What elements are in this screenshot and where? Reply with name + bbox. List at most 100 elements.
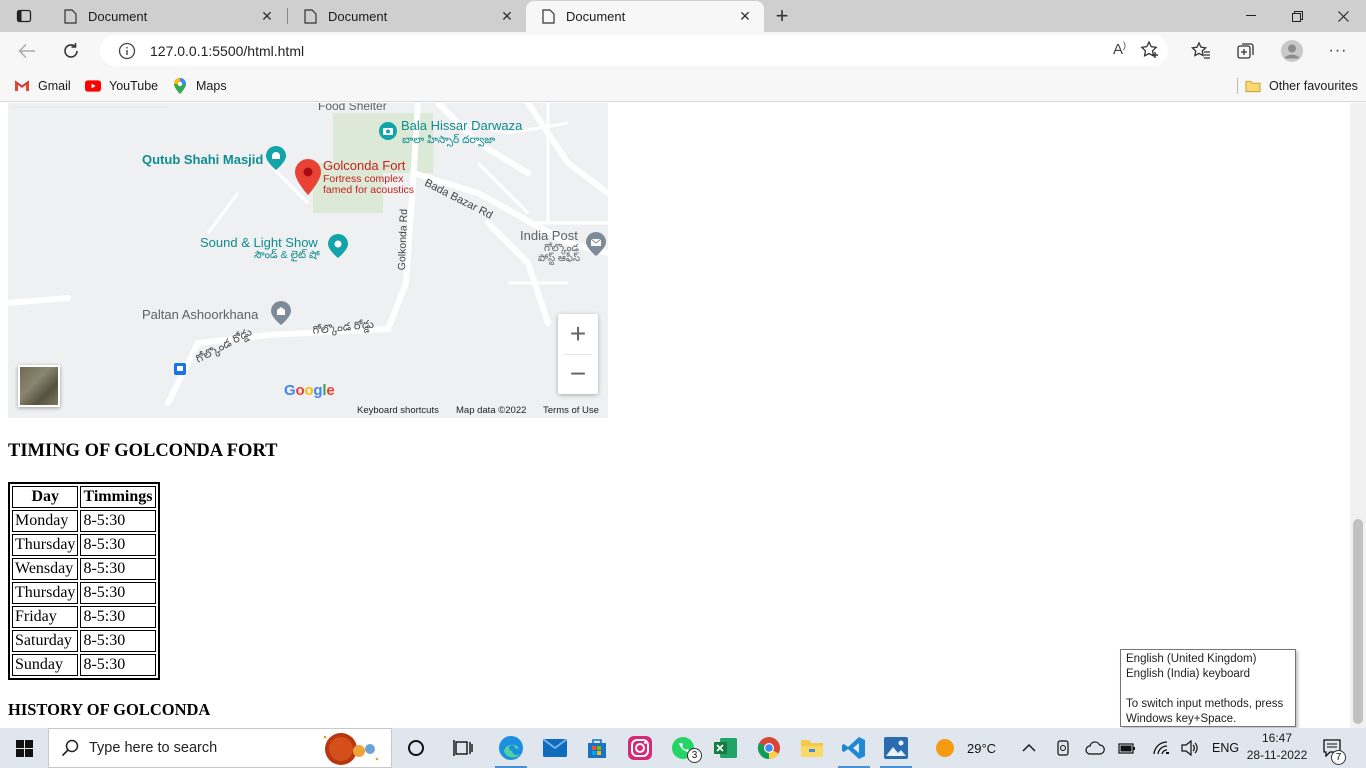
refresh-button[interactable] [56, 36, 86, 66]
time-cell: 8-5:30 [80, 630, 156, 652]
store-taskbar-button[interactable] [577, 732, 617, 764]
document-icon [62, 8, 78, 24]
meet-now-button[interactable] [1055, 728, 1071, 768]
meet-icon [1057, 740, 1069, 756]
clock[interactable]: 16:47 28-11-2022 [1240, 730, 1314, 764]
chevron-up-icon [1022, 744, 1036, 752]
favourites-icon [1191, 41, 1210, 59]
location-pin-icon[interactable] [295, 159, 321, 195]
satellite-layer-toggle[interactable] [18, 365, 60, 407]
photos-taskbar-button[interactable] [876, 732, 916, 768]
profile-button[interactable] [1277, 36, 1307, 66]
address-bar[interactable]: 127.0.0.1:5500/html.html A) [100, 35, 1168, 66]
youtube-icon [85, 78, 101, 94]
info-icon[interactable] [118, 42, 136, 60]
edge-icon [499, 736, 523, 760]
whatsapp-taskbar-button[interactable]: 3 [663, 732, 703, 764]
weather-widget[interactable]: 29°C [935, 728, 996, 768]
tab-actions-button[interactable] [8, 4, 40, 28]
minimize-button[interactable] [1228, 0, 1274, 32]
store-icon [588, 739, 606, 758]
timing-heading: TIMING OF GOLCONDA FORT [8, 441, 278, 461]
table-row: Thursday 8-5:30 [12, 582, 156, 604]
show-hidden-icons-button[interactable] [1022, 728, 1036, 768]
settings-more-button[interactable]: ··· [1323, 36, 1353, 66]
bookmark-maps[interactable]: Maps [172, 76, 227, 96]
day-cell: Saturday [12, 630, 79, 652]
network-button[interactable] [1152, 728, 1170, 768]
tooltip-language: English (United Kingdom) [1126, 653, 1257, 665]
favourites-button[interactable] [1186, 36, 1216, 66]
map-label-india-post: India Post [520, 228, 578, 243]
page-content: Food Shelter Bala Hissar Darwaza బాలా హి… [0, 103, 1350, 728]
map-label-qutub-shahi: Qutub Shahi Masjid [142, 152, 264, 167]
tab-strip: Document ✕ Document ✕ Document ✕ + [0, 0, 1366, 32]
keyboard-shortcuts-link[interactable]: Keyboard shortcuts [357, 405, 439, 416]
more-icon: ··· [1328, 42, 1348, 59]
day-cell: Wensday [12, 558, 79, 580]
language-indicator[interactable]: ENG [1212, 728, 1239, 768]
map-label-sound-light-telugu: సౌండ్ & లైట్ షో [254, 249, 320, 261]
close-window-button[interactable] [1320, 0, 1366, 32]
instagram-icon [628, 736, 652, 760]
language-text: ENG [1212, 741, 1240, 755]
embedded-map[interactable]: Food Shelter Bala Hissar Darwaza బాలా హి… [8, 103, 608, 418]
folder-icon [1245, 78, 1261, 94]
bus-stop-icon [174, 363, 186, 375]
time-cell: 8-5:30 [80, 510, 156, 532]
edge-taskbar-button[interactable] [491, 732, 531, 768]
battery-button[interactable] [1118, 728, 1136, 768]
tab-title: Document [566, 9, 626, 24]
attraction-pin-icon [379, 122, 397, 140]
url-text[interactable]: 127.0.0.1:5500/html.html [150, 43, 304, 59]
terms-of-use-link[interactable]: Terms of Use [543, 405, 599, 416]
task-view-icon [453, 740, 473, 756]
excel-taskbar-button[interactable] [706, 732, 746, 764]
new-tab-button[interactable]: + [768, 3, 796, 29]
other-favourites[interactable]: Other favourites [1245, 76, 1358, 96]
bookmark-youtube[interactable]: YouTube [85, 76, 158, 96]
time-cell: 8-5:30 [80, 654, 156, 676]
clock-date: 28-11-2022 [1246, 748, 1308, 762]
read-aloud-icon[interactable]: A) [1113, 40, 1126, 60]
input-method-tooltip: English (United Kingdom) English (India)… [1120, 649, 1296, 727]
tooltip-keyboard: English (India) keyboard [1126, 668, 1251, 680]
table-row: Saturday 8-5:30 [12, 630, 156, 652]
page-scrollbar[interactable] [1350, 103, 1366, 728]
close-tab-icon[interactable]: ✕ [258, 7, 276, 25]
restore-button[interactable] [1274, 0, 1320, 32]
zoom-out-button[interactable]: − [558, 354, 598, 394]
chrome-taskbar-button[interactable] [749, 732, 789, 764]
tab-2[interactable]: Document ✕ [288, 0, 526, 32]
collections-button[interactable] [1231, 36, 1261, 66]
zoom-in-button[interactable]: + [558, 314, 598, 354]
instagram-taskbar-button[interactable] [620, 732, 660, 764]
add-favourite-icon[interactable] [1140, 40, 1160, 60]
excel-icon [714, 738, 737, 758]
plus-icon: + [775, 3, 789, 28]
taskbar-search[interactable]: Type here to search [48, 728, 392, 768]
zoom-divider [564, 354, 592, 355]
post-office-pin-icon [586, 232, 606, 256]
tab-3-active[interactable]: Document ✕ [526, 1, 764, 32]
bookmark-gmail[interactable]: Gmail [14, 76, 71, 96]
vscode-taskbar-button[interactable] [834, 732, 874, 768]
onedrive-button[interactable] [1085, 728, 1105, 768]
scrollbar-thumb[interactable] [1353, 519, 1363, 724]
bookmark-label: Gmail [38, 79, 71, 93]
notifications-button[interactable]: 7 [1323, 728, 1346, 768]
start-button[interactable] [0, 728, 48, 768]
task-view-button[interactable] [443, 732, 483, 764]
tab-1[interactable]: Document ✕ [48, 0, 286, 32]
table-header-row: Day Timmings [12, 486, 156, 508]
back-button[interactable] [12, 36, 42, 66]
close-tab-icon[interactable]: ✕ [498, 7, 516, 25]
bookmark-label: Maps [196, 79, 227, 93]
cortana-button[interactable] [396, 732, 436, 764]
tab-title: Document [328, 8, 388, 24]
mail-taskbar-button[interactable] [535, 732, 575, 764]
file-explorer-taskbar-button[interactable] [792, 732, 832, 764]
maps-icon [172, 78, 188, 94]
volume-button[interactable] [1181, 728, 1199, 768]
close-tab-icon[interactable]: ✕ [736, 8, 754, 26]
